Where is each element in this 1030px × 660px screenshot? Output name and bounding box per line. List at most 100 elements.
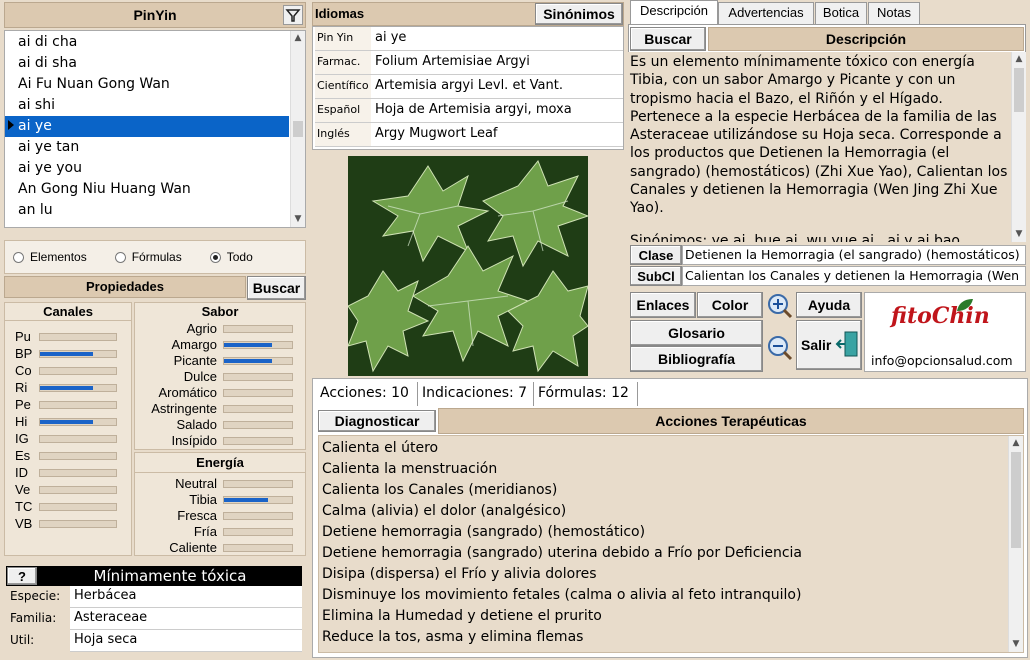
radio-dot [114,251,126,263]
scroll-down-icon[interactable]: ▼ [1012,227,1026,242]
descripcion-buscar-button[interactable]: Buscar [630,27,706,51]
sabor-level-bar [223,437,293,445]
canales-row: TC [5,499,131,515]
canales-title: Canales [5,303,131,321]
sabor-level-bar [223,421,293,429]
glosario-button[interactable]: Glosario [630,320,763,346]
canales-panel: Canales Pu BP Co Ri Pe Hi IG Es ID Ve TC VB [4,302,132,556]
canales-level-bar [39,469,117,477]
diagnosticar-button[interactable]: Diagnosticar [318,410,436,432]
list-item[interactable]: an lu [5,200,289,221]
tab-notas[interactable]: Notas [868,2,920,24]
scroll-down-icon[interactable]: ▼ [291,212,305,227]
sinonimos-button[interactable]: Sinónimos [535,3,623,25]
enlaces-button[interactable]: Enlaces [630,292,696,318]
sabor-label: Salado [176,417,217,432]
radio-todo[interactable]: Todo [209,250,253,264]
radio-label: Todo [226,250,253,264]
lower-tab-0[interactable]: Acciones: 10 [316,382,418,406]
clase-button[interactable]: Clase [630,245,682,265]
lower-tab-2[interactable]: Fórmulas: 12 [534,382,638,406]
zoom-in-icon[interactable] [766,292,794,320]
accion-item[interactable]: Disipa (dispersa) el Frío y alivia dolor… [319,564,1007,585]
idioma-row: Español Hoja de Artemisia argyi, moxa [315,99,623,123]
acciones-items: Calienta el útero Calienta la menstruació… [319,438,1007,648]
salir-button[interactable]: Salir [796,320,862,370]
canales-level-bar [39,520,117,528]
ayuda-button[interactable]: Ayuda [796,292,862,318]
accion-item[interactable]: Disminuye los movimiento fetales (calma … [319,585,1007,606]
tab-botica[interactable]: Botica [815,2,867,24]
help-button[interactable]: ? [7,567,37,585]
list-item-selected[interactable]: ai ye [5,116,289,137]
scroll-thumb[interactable] [1011,452,1021,548]
sabor-level-fill [224,343,272,347]
radio-label: Elementos [30,250,87,264]
list-item[interactable]: ai di sha [5,53,289,74]
list-item[interactable]: ai di cha [5,32,289,53]
logo-email[interactable]: info@opcionsalud.com [871,353,1013,368]
accion-item[interactable]: Detiene hemorragia (sangrado) (hemostáti… [319,522,1007,543]
canales-row: VB [5,516,131,532]
descripcion-scrollbar[interactable]: ▲ ▼ [1011,52,1026,242]
list-item[interactable]: An Gong Niu Huang Wan [5,179,289,200]
canales-level-bar [39,503,117,511]
color-button[interactable]: Color [697,292,763,318]
energia-row: Neutral [135,476,305,492]
pinyin-scrollbar[interactable]: ▲ ▼ [290,31,305,227]
accion-item[interactable]: Calienta el útero [319,438,1007,459]
scroll-thumb[interactable] [1014,68,1024,112]
canales-row: Pe [5,397,131,413]
canales-level-bar [39,384,117,392]
scroll-up-icon[interactable]: ▲ [1009,436,1023,451]
canales-row: Ve [5,482,131,498]
list-item[interactable]: Ai Fu Nuan Gong Wan [5,74,289,95]
zoom-out-icon[interactable] [766,334,794,362]
scroll-thumb[interactable] [293,121,303,137]
list-item[interactable]: ai ye tan [5,137,289,158]
accion-item[interactable]: Calienta la menstruación [319,459,1007,480]
familia-row: Familia: Asteraceae [6,608,302,630]
scroll-down-icon[interactable]: ▼ [1009,637,1023,652]
pinyin-title: PinYin [133,7,177,23]
energia-row: Fría [135,524,305,540]
accion-item[interactable]: Elimina la Humedad y detiene el prurito [319,606,1007,627]
subcl-button[interactable]: SubCl [630,266,682,286]
accion-item[interactable]: Calma (alivia) el dolor (analgésico) [319,501,1007,522]
radio-elementos[interactable]: Elementos [13,250,87,264]
lower-tab-1[interactable]: Indicaciones: 7 [418,382,534,406]
scroll-up-icon[interactable]: ▲ [291,31,305,46]
pinyin-list[interactable]: ai di cha ai di sha Ai Fu Nuan Gong Wan ai … [4,30,306,228]
tab-advertencias[interactable]: Advertencias [718,2,814,24]
subcl-value: Calientan los Canales y detienen la Hemo… [682,266,1026,286]
canales-level-bar [39,401,117,409]
idiomas-table: Pin Yin ai ye Farmac. Folium Artemisiae Arg… [312,26,624,150]
radio-formulas[interactable]: Fórmulas [114,250,182,264]
energia-panel: Energía Neutral Tibia Fresca Fría Caliente [134,452,306,556]
toxicity-label: Mínimamente tóxica [93,567,247,585]
canales-row: Hi [5,414,131,430]
canales-level-bar [39,418,117,426]
accion-item[interactable]: Reduce la tos, asma y elimina flemas [319,627,1007,648]
accion-item[interactable]: Detiene hemorragia (sangrado) uterina de… [319,543,1007,564]
sabor-label: Insípido [171,433,217,448]
canales-level-bar [39,486,117,494]
accion-item[interactable]: Calienta los Canales (meridianos) [319,480,1007,501]
especie-label: Especie: [6,586,70,608]
scroll-up-icon[interactable]: ▲ [1012,52,1026,67]
canales-level-fill [40,386,94,390]
bibliografia-button[interactable]: Bibliografía [630,346,763,372]
list-item[interactable]: ai shi [5,95,289,116]
subcl-row: SubCl Calientan los Canales y detienen l… [630,266,1026,286]
energia-row: Caliente [135,540,305,556]
canales-level-fill [40,420,94,424]
acciones-list[interactable]: Calienta el útero Calienta la menstruació… [318,435,1024,653]
propiedades-buscar-button[interactable]: Buscar [247,276,306,300]
acciones-title: Acciones Terapéuticas [655,413,807,429]
filter-funnel-icon[interactable] [283,5,303,25]
sabor-level-bar [223,405,293,413]
energia-row: Tibia [135,492,305,508]
tab-descripcion[interactable]: Descripción [630,0,718,24]
list-item[interactable]: ai ye you [5,158,289,179]
acciones-scrollbar[interactable]: ▲ ▼ [1008,436,1023,652]
